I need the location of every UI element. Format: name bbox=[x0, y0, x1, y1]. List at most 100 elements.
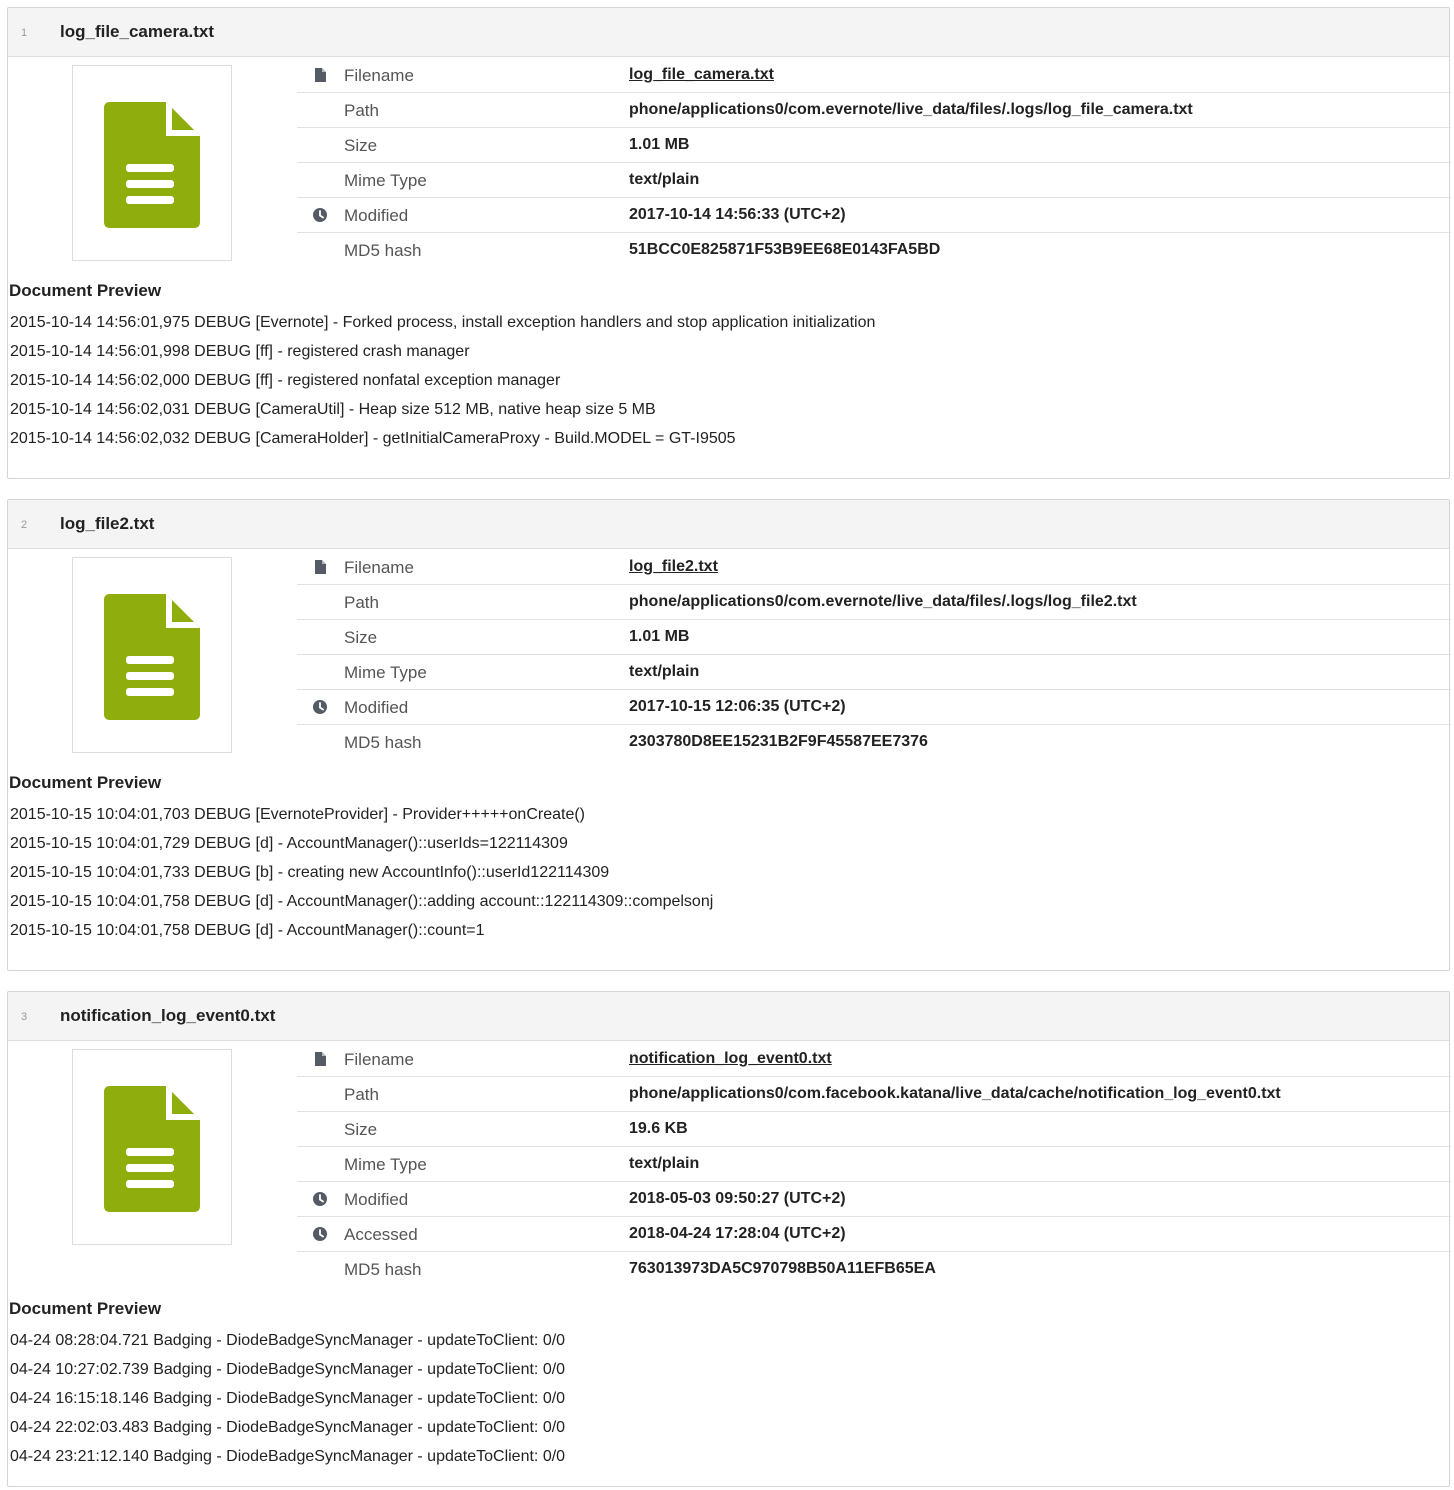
property-row: Modified 2017-10-15 12:06:35 (UTC+2) bbox=[297, 690, 1451, 725]
property-row: Path phone/applications0/com.facebook.kat… bbox=[297, 1077, 1451, 1112]
property-row: Size 1.01 MB bbox=[297, 620, 1451, 655]
document-thumbnail[interactable] bbox=[72, 1049, 232, 1245]
preview-line: 2015-10-15 10:04:01,758 DEBUG [d] - Acco… bbox=[10, 922, 485, 939]
preview-line: 2015-10-15 10:04:01,729 DEBUG [d] - Acco… bbox=[10, 835, 568, 852]
property-row: Filename notification_log_event0.txt bbox=[297, 1042, 1451, 1077]
property-value: 51BCC0E825871F53B9EE68E0143FA5BD bbox=[629, 241, 941, 258]
property-label: MD5 hash bbox=[344, 241, 422, 260]
filename-link[interactable]: notification_log_event0.txt bbox=[629, 1050, 832, 1068]
document-preview-title: Document Preview bbox=[9, 773, 162, 792]
card-header: 2 log_file2.txt bbox=[8, 500, 1449, 549]
property-value: text/plain bbox=[629, 663, 700, 680]
property-value: 2018-05-03 09:50:27 (UTC+2) bbox=[629, 1190, 846, 1207]
card-header: 1 log_file_camera.txt bbox=[8, 8, 1449, 57]
property-value: 19.6 KB bbox=[629, 1120, 688, 1137]
property-value: text/plain bbox=[629, 1155, 700, 1172]
card-header: 3 notification_log_event0.txt bbox=[8, 992, 1449, 1041]
property-row: Path phone/applications0/com.evernote/liv… bbox=[297, 93, 1451, 128]
document-preview-title: Document Preview bbox=[9, 1299, 162, 1318]
document-thumbnail[interactable] bbox=[72, 65, 232, 261]
preview-line: 04-24 08:28:04.721 Badging - DiodeBadgeS… bbox=[10, 1332, 566, 1349]
property-row: MD5 hash 763013973DA5C970798B50A11EFB65EA bbox=[297, 1252, 1451, 1287]
property-label: Modified bbox=[344, 1190, 409, 1209]
property-label: Filename bbox=[344, 66, 414, 85]
property-label: Modified bbox=[344, 698, 409, 717]
property-row: Mime Type text/plain bbox=[297, 655, 1451, 690]
property-value: phone/applications0/com.facebook.katana/… bbox=[629, 1085, 1281, 1102]
preview-line: 2015-10-14 14:56:02,031 DEBUG [CameraUti… bbox=[10, 401, 656, 418]
property-value: 2017-10-14 14:56:33 (UTC+2) bbox=[629, 206, 846, 223]
properties-table: Filename log_file2.txt Path phone/applicati… bbox=[297, 550, 1451, 760]
result-number: 1 bbox=[21, 27, 28, 39]
clock-icon bbox=[312, 699, 328, 715]
preview-line: 2015-10-14 14:56:02,000 DEBUG [ff] - reg… bbox=[10, 372, 561, 389]
property-label: Modified bbox=[344, 206, 409, 225]
preview-line: 04-24 23:21:12.140 Badging - DiodeBadgeS… bbox=[10, 1448, 566, 1465]
property-value: 2018-04-24 17:28:04 (UTC+2) bbox=[629, 1225, 846, 1242]
property-value: 1.01 MB bbox=[629, 628, 690, 645]
property-value: 763013973DA5C970798B50A11EFB65EA bbox=[629, 1260, 936, 1277]
preview-line: 2015-10-15 10:04:01,758 DEBUG [d] - Acco… bbox=[10, 893, 714, 910]
property-label: Path bbox=[344, 1085, 379, 1104]
result-number: 2 bbox=[21, 519, 28, 531]
property-label: Filename bbox=[344, 558, 414, 577]
property-label: Mime Type bbox=[344, 171, 427, 190]
document-preview: 2015-10-15 10:04:01,703 DEBUG [EvernoteP… bbox=[10, 800, 713, 945]
filename-link[interactable]: log_file_camera.txt bbox=[629, 66, 774, 84]
property-label: Filename bbox=[344, 1050, 414, 1069]
clock-icon bbox=[312, 207, 328, 223]
property-value: 1.01 MB bbox=[629, 136, 690, 153]
property-value: phone/applications0/com.evernote/live_da… bbox=[629, 593, 1137, 610]
file-icon bbox=[312, 1051, 328, 1067]
property-value: 2303780D8EE15231B2F9F45587EE7376 bbox=[629, 733, 928, 750]
result-title: log_file_camera.txt bbox=[60, 22, 215, 41]
preview-line: 2015-10-14 14:56:01,975 DEBUG [Evernote]… bbox=[10, 314, 876, 331]
result-card: 3 notification_log_event0.txt Filename noti… bbox=[7, 991, 1451, 1487]
preview-line: 04-24 10:27:02.739 Badging - DiodeBadgeS… bbox=[10, 1361, 566, 1378]
property-value: text/plain bbox=[629, 171, 700, 188]
preview-line: 04-24 16:15:18.146 Badging - DiodeBadgeS… bbox=[10, 1390, 566, 1407]
document-preview: 04-24 08:28:04.721 Badging - DiodeBadgeS… bbox=[10, 1326, 565, 1471]
preview-line: 2015-10-14 14:56:01,998 DEBUG [ff] - reg… bbox=[10, 343, 470, 360]
properties-table: Filename log_file_camera.txt Path phone/app… bbox=[297, 58, 1451, 268]
filename-link[interactable]: log_file2.txt bbox=[629, 558, 718, 576]
result-card: 1 log_file_camera.txt Filename log_file_cam… bbox=[7, 7, 1451, 479]
property-label: Mime Type bbox=[344, 1155, 427, 1174]
property-row: MD5 hash 51BCC0E825871F53B9EE68E0143FA5BD bbox=[297, 233, 1451, 268]
result-number: 3 bbox=[21, 1011, 28, 1023]
property-row: Path phone/applications0/com.evernote/liv… bbox=[297, 585, 1451, 620]
property-row: Size 19.6 KB bbox=[297, 1112, 1451, 1147]
property-label: Mime Type bbox=[344, 663, 427, 682]
file-icon bbox=[312, 67, 328, 83]
result-card: 2 log_file2.txt Filename log_file2.txt Path p… bbox=[7, 499, 1451, 971]
properties-table: Filename notification_log_event0.txt Path p… bbox=[297, 1042, 1451, 1287]
preview-line: 2015-10-15 10:04:01,733 DEBUG [b] - crea… bbox=[10, 864, 610, 881]
document-thumbnail[interactable] bbox=[72, 557, 232, 753]
property-row: Filename log_file_camera.txt bbox=[297, 58, 1451, 93]
preview-line: 2015-10-14 14:56:02,032 DEBUG [CameraHol… bbox=[10, 430, 736, 447]
property-row: Filename log_file2.txt bbox=[297, 550, 1451, 585]
document-preview: 2015-10-14 14:56:01,975 DEBUG [Evernote]… bbox=[10, 308, 875, 453]
file-icon bbox=[312, 559, 328, 575]
property-row: Accessed 2018-04-24 17:28:04 (UTC+2) bbox=[297, 1217, 1451, 1252]
clock-icon bbox=[312, 1191, 328, 1207]
property-label: MD5 hash bbox=[344, 733, 422, 752]
property-label: Path bbox=[344, 593, 379, 612]
document-preview-title: Document Preview bbox=[9, 281, 162, 300]
property-label: MD5 hash bbox=[344, 1260, 422, 1279]
preview-line: 2015-10-15 10:04:01,703 DEBUG [EvernoteP… bbox=[10, 806, 585, 823]
property-row: Mime Type text/plain bbox=[297, 1147, 1451, 1182]
property-value: phone/applications0/com.evernote/live_da… bbox=[629, 101, 1193, 118]
property-label: Size bbox=[344, 628, 378, 647]
property-label: Accessed bbox=[344, 1225, 418, 1244]
property-row: Modified 2017-10-14 14:56:33 (UTC+2) bbox=[297, 198, 1451, 233]
property-row: Size 1.01 MB bbox=[297, 128, 1451, 163]
result-title: notification_log_event0.txt bbox=[60, 1006, 276, 1025]
property-label: Path bbox=[344, 101, 379, 120]
property-row: Modified 2018-05-03 09:50:27 (UTC+2) bbox=[297, 1182, 1451, 1217]
property-value: 2017-10-15 12:06:35 (UTC+2) bbox=[629, 698, 846, 715]
preview-line: 04-24 22:02:03.483 Badging - DiodeBadgeS… bbox=[10, 1419, 566, 1436]
property-label: Size bbox=[344, 136, 378, 155]
clock-icon bbox=[312, 1226, 328, 1242]
property-row: Mime Type text/plain bbox=[297, 163, 1451, 198]
